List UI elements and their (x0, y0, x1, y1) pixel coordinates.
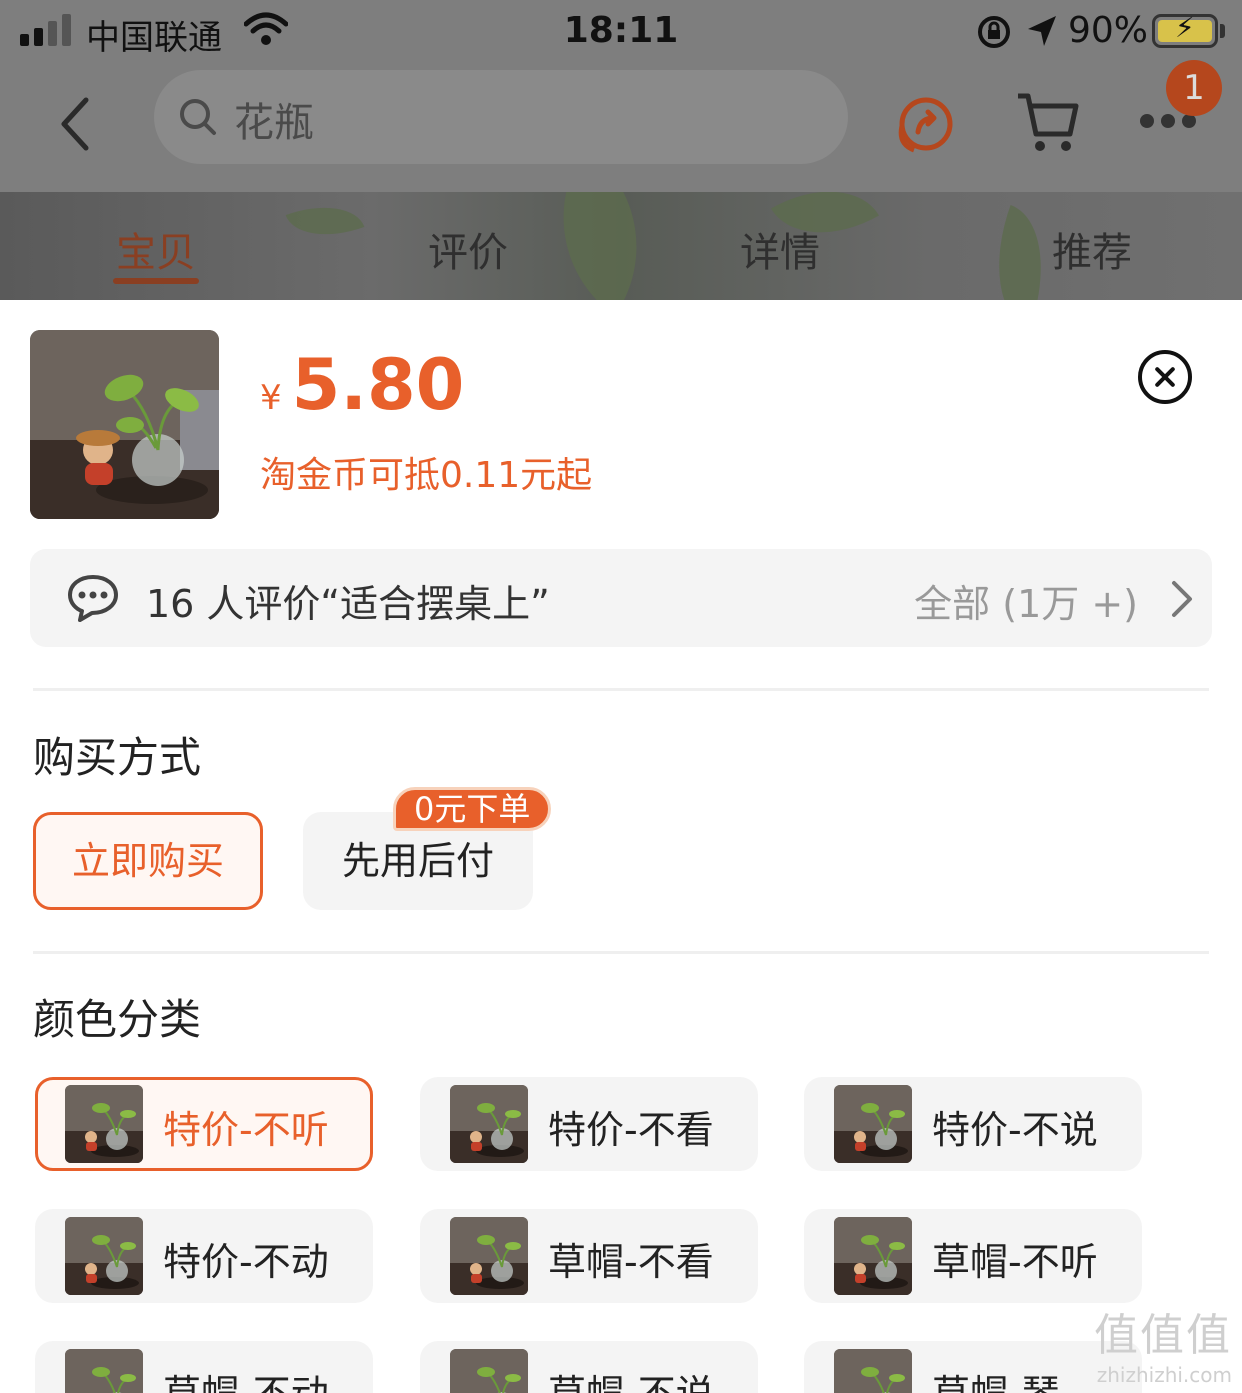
color-option[interactable]: 草帽-不说 (420, 1341, 758, 1393)
tab-bar: 宝贝 评价 详情 推荐 (0, 192, 1242, 300)
color-category-title: 颜色分类 (33, 995, 202, 1044)
color-option-image (834, 1217, 912, 1295)
color-option-image (65, 1085, 143, 1163)
tab-active-indicator (113, 278, 199, 284)
color-option-image (834, 1349, 912, 1393)
tab-baobei[interactable]: 宝贝 (86, 220, 226, 278)
comment-icon (68, 575, 118, 622)
location-arrow-icon (1028, 16, 1056, 46)
color-option[interactable]: 草帽-不看 (420, 1209, 758, 1303)
price: ¥ 5.80 (260, 344, 464, 426)
review-summary-bar[interactable]: 16 人评价“适合摆桌上” 全部 (1万 +) (30, 549, 1212, 647)
color-option-image (834, 1085, 912, 1163)
color-option-label: 特价-不动 (163, 1240, 329, 1284)
color-option[interactable]: 草帽-琴 (804, 1341, 1142, 1393)
watermark-domain: zhizhizhi.com (1096, 1363, 1232, 1387)
search-query: 花瓶 (234, 100, 314, 146)
rotation-lock-icon (978, 16, 1010, 48)
watermark: 值值值 zhizhizhi.com (1094, 1299, 1232, 1387)
color-option-image (450, 1217, 528, 1295)
tab-recommend[interactable]: 推荐 (1022, 220, 1162, 278)
promo-tag: 0元下单 (393, 787, 552, 831)
background-leaf (516, 192, 684, 300)
color-option-label: 草帽-不动 (163, 1363, 329, 1393)
chevron-right-icon (1172, 581, 1192, 617)
color-option[interactable]: 特价-不看 (420, 1077, 758, 1171)
review-summary-text: 16 人评价“适合摆桌上” (146, 582, 550, 626)
share-icon[interactable] (894, 92, 958, 156)
color-option-label: 特价-不看 (548, 1108, 714, 1152)
battery-cap (1220, 24, 1225, 38)
color-option-image (450, 1349, 528, 1393)
color-option[interactable]: 特价-不说 (804, 1077, 1142, 1171)
color-option-label: 草帽-不看 (548, 1240, 714, 1284)
status-bar: 中国联通 18:11 90% ⚡ (0, 0, 1242, 66)
watermark-logo: 值值值 (1094, 1310, 1232, 1361)
sku-sheet: ¥ 5.80 淘金币可抵0.11元起 16 人评价“适合摆桌上” 全部 (1万 … (0, 300, 1242, 1393)
cart-icon[interactable] (1014, 90, 1080, 154)
color-option-label: 草帽-琴 (932, 1363, 1060, 1393)
color-option-image (450, 1085, 528, 1163)
close-icon[interactable] (1138, 350, 1192, 404)
product-thumbnail[interactable] (30, 330, 219, 519)
tab-details[interactable]: 详情 (710, 220, 850, 278)
color-option[interactable]: 特价-不听 (35, 1077, 373, 1171)
back-icon[interactable] (50, 94, 110, 154)
product-image (30, 330, 219, 519)
more-icon[interactable] (1140, 114, 1196, 128)
color-option-label: 草帽-不说 (548, 1363, 714, 1393)
color-option-image (65, 1217, 143, 1295)
color-option-label: 特价-不听 (163, 1108, 329, 1152)
price-value: 5.80 (291, 344, 465, 426)
color-option-label: 特价-不说 (932, 1108, 1098, 1152)
color-option[interactable]: 草帽-不动 (35, 1341, 373, 1393)
search-input[interactable]: 花瓶 (154, 70, 848, 164)
currency-symbol: ¥ (260, 378, 282, 418)
color-option-image (65, 1349, 143, 1393)
battery-percent: 90% (1068, 10, 1149, 51)
purchase-method-title: 购买方式 (33, 733, 202, 782)
background-leaf (285, 192, 365, 251)
color-option-label: 草帽-不听 (932, 1240, 1098, 1284)
nav-bar: 花瓶 1 (0, 60, 1242, 192)
coin-discount-tip: 淘金币可抵0.11元起 (260, 455, 593, 496)
divider (33, 951, 1209, 954)
color-option[interactable]: 草帽-不听 (804, 1209, 1142, 1303)
option-buy-now[interactable]: 立即购买 (33, 812, 263, 910)
tab-reviews[interactable]: 评价 (398, 220, 538, 278)
search-icon (180, 99, 216, 135)
review-all-count: 全部 (1万 +) (914, 582, 1138, 626)
color-option[interactable]: 特价-不动 (35, 1209, 373, 1303)
battery-icon: ⚡ (1152, 14, 1218, 48)
cart-badge: 1 (1166, 60, 1222, 116)
divider (33, 688, 1209, 691)
